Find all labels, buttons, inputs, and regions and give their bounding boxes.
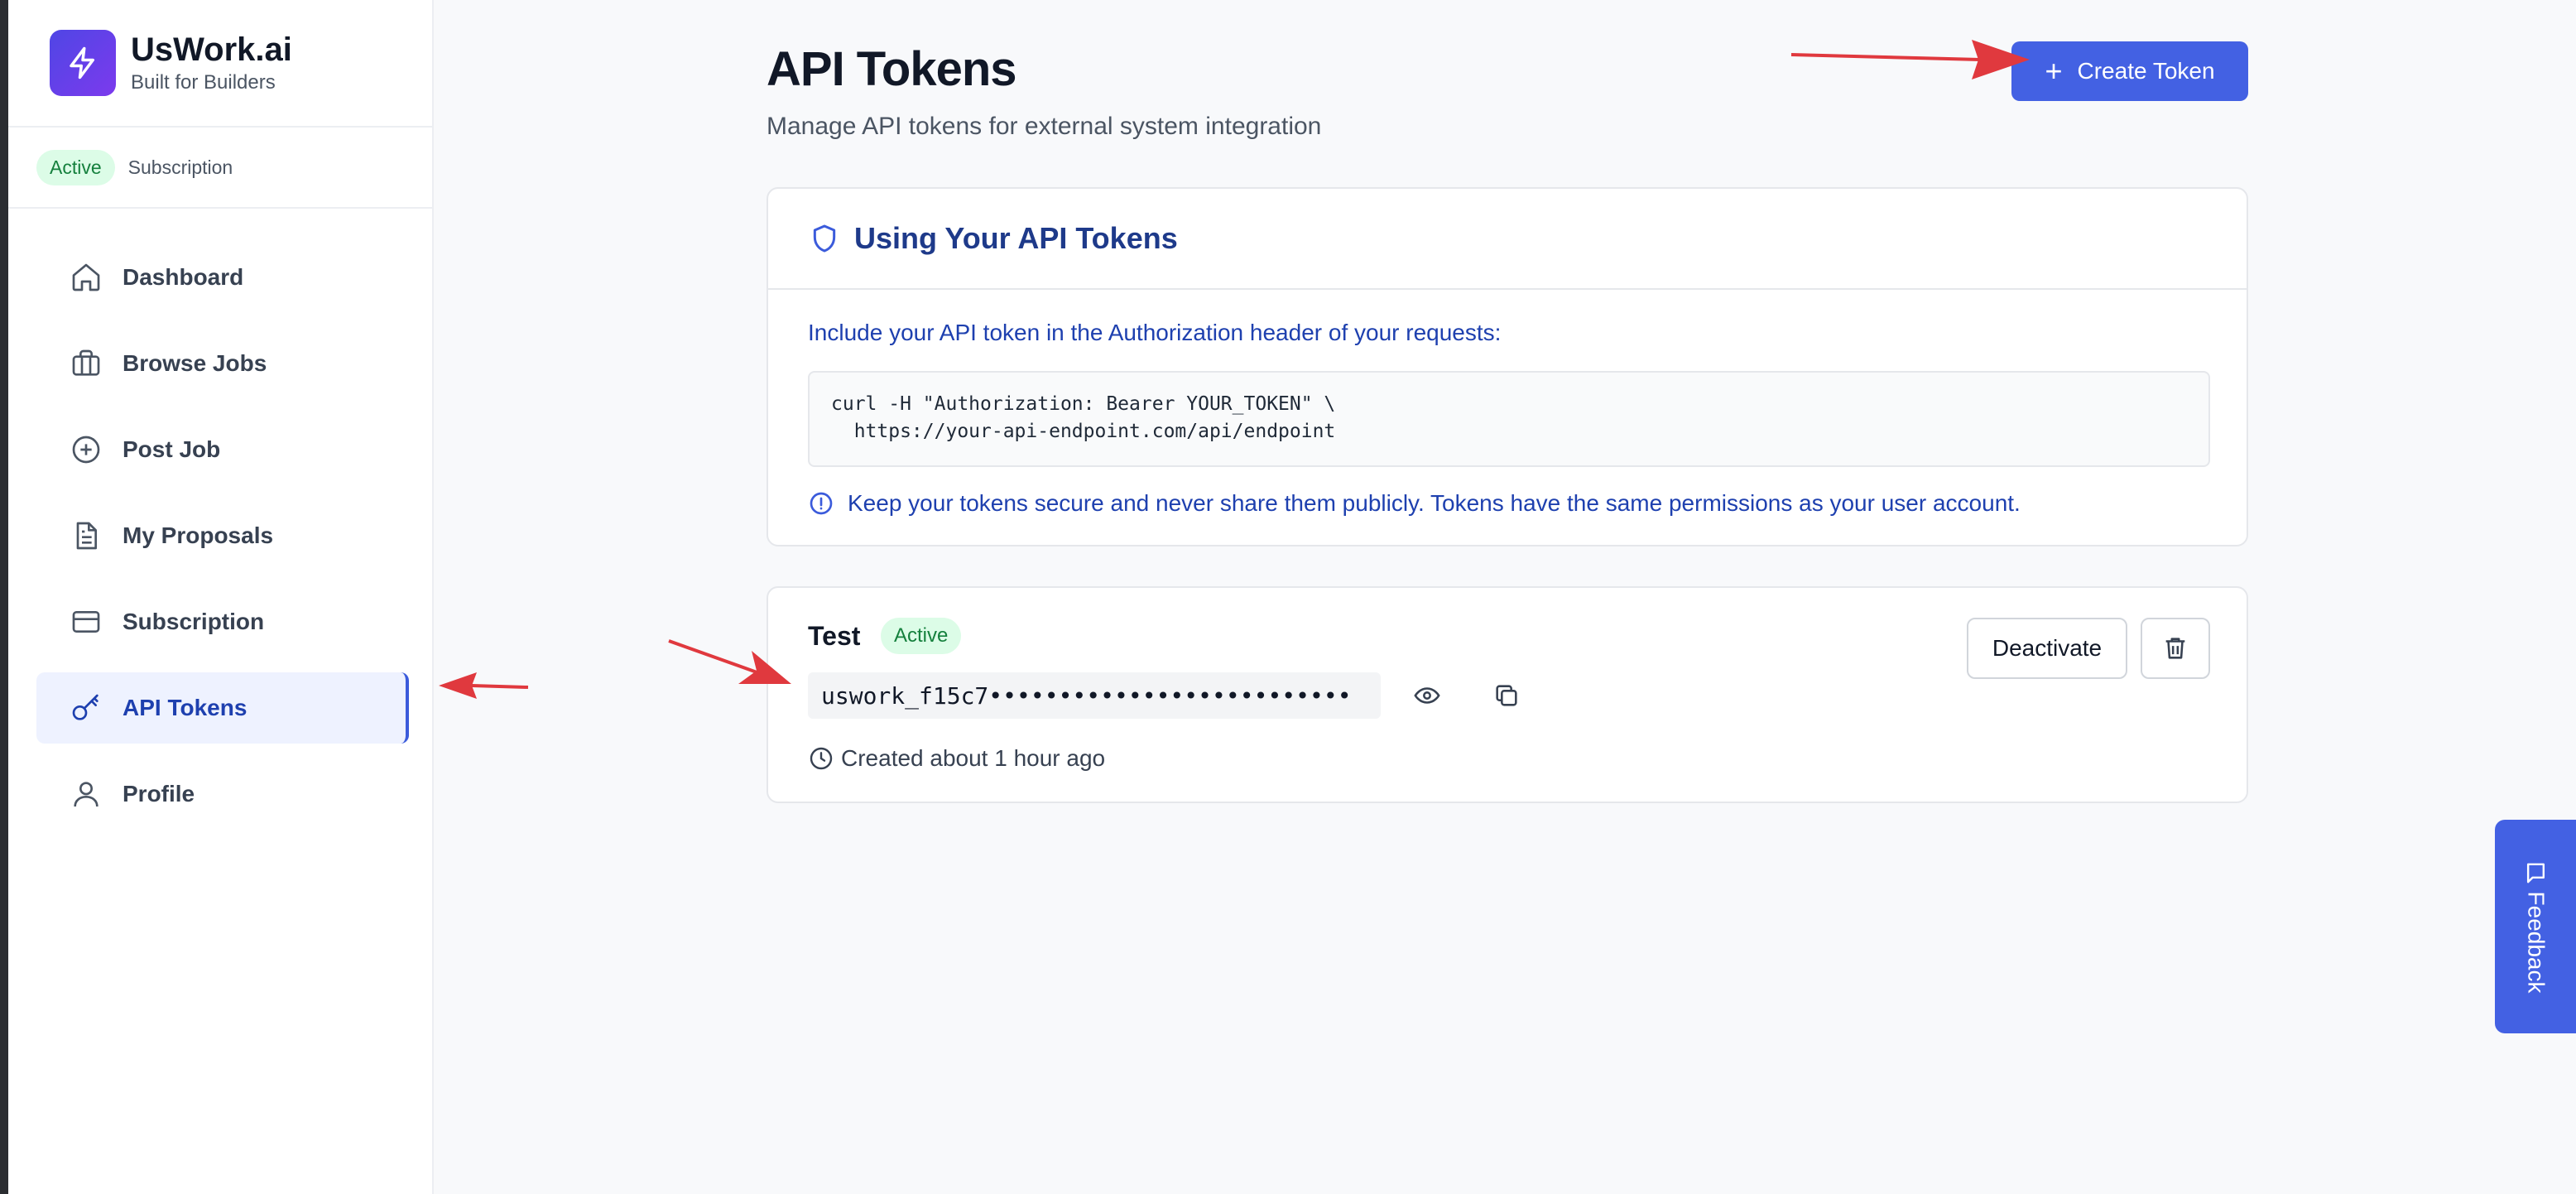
page-subtitle: Manage API tokens for external system in… [767, 113, 1322, 140]
status-badge: Active [36, 149, 115, 185]
sidebar-item-browse-jobs[interactable]: Browse Jobs [36, 328, 409, 399]
deactivate-button[interactable]: Deactivate [1967, 618, 2127, 679]
security-warning: Keep your tokens secure and never share … [808, 490, 2021, 517]
sidebar-item-profile[interactable]: Profile [36, 758, 409, 830]
info-circle-icon [810, 492, 833, 515]
brand[interactable]: UsWork.ai Built for Builders [8, 0, 432, 128]
subscription-status: Active Subscription [8, 128, 432, 209]
copy-token-button[interactable] [1485, 674, 1528, 717]
feedback-label: Feedback [2523, 891, 2549, 994]
create-token-label: Create Token [2077, 58, 2215, 84]
app-window: UsWork.ai Built for Builders Active Subs… [0, 0, 2576, 1194]
trash-icon [2165, 638, 2185, 659]
security-warning-text: Keep your tokens secure and never share … [848, 490, 2021, 516]
token-created: Created about 1 hour ago [808, 745, 1105, 772]
sidebar-item-label: My Proposals [123, 522, 274, 548]
message-icon [2526, 863, 2545, 883]
delete-token-button[interactable] [2141, 618, 2210, 679]
sidebar-item-api-tokens[interactable]: API Tokens [36, 672, 409, 744]
token-value[interactable]: uswork_f15c7•••••••••••••••••••••••••• [808, 672, 1381, 719]
usage-info-title: Using Your API Tokens [854, 221, 1178, 255]
credit-card-icon [72, 611, 100, 633]
usage-info-header: Using Your API Tokens [768, 189, 2247, 290]
status-badge: Active [881, 618, 962, 654]
sidebar-item-subscription[interactable]: Subscription [36, 586, 409, 657]
main-content: API Tokens Manage API tokens for externa… [434, 0, 2576, 1194]
home-icon [72, 263, 100, 291]
sidebar-item-post-job[interactable]: Post Job [36, 414, 409, 485]
show-token-button[interactable] [1406, 674, 1449, 717]
briefcase-icon [72, 349, 100, 376]
token-name: Test [808, 621, 861, 651]
sidebar-item-label: API Tokens [123, 695, 248, 720]
key-icon [72, 694, 99, 720]
token-card: Test Active uswork_f15c7••••••••••••••••… [767, 586, 2248, 803]
document-icon [76, 522, 97, 550]
plus-circle-icon [72, 436, 100, 464]
eye-icon [1414, 687, 1440, 704]
feedback-tab[interactable]: Feedback [2495, 820, 2576, 1033]
shield-icon [813, 224, 836, 253]
user-icon [74, 782, 99, 807]
sidebar-item-label: Profile [123, 781, 195, 806]
plus-icon: + [2045, 54, 2063, 88]
lightning-icon [50, 30, 116, 96]
sidebar-item-label: Browse Jobs [123, 350, 267, 376]
page-title: API Tokens [767, 42, 1017, 96]
create-token-button[interactable]: + Create Token [2011, 41, 2248, 101]
sidebar-item-label: Post Job [123, 436, 221, 462]
sidebar-item-label: Subscription [123, 609, 265, 634]
sidebar-nav: Dashboard Browse Jobs Post Job My Propos… [8, 209, 432, 830]
token-created-text: Created about 1 hour ago [841, 745, 1106, 771]
sidebar-item-my-proposals[interactable]: My Proposals [36, 500, 409, 571]
code-example: curl -H "Authorization: Bearer YOUR_TOKE… [808, 371, 2210, 467]
clock-icon [810, 747, 833, 770]
subscription-label: Subscription [127, 156, 233, 178]
usage-info-card: Using Your API Tokens Include your API t… [767, 187, 2248, 546]
sidebar-item-dashboard[interactable]: Dashboard [36, 242, 409, 313]
sidebar-item-label: Dashboard [123, 264, 244, 290]
brand-tagline: Built for Builders [131, 71, 276, 94]
sidebar: UsWork.ai Built for Builders Active Subs… [8, 0, 434, 1194]
copy-icon [1496, 685, 1517, 706]
usage-description: Include your API token in the Authorizat… [808, 320, 1502, 345]
window-edge [0, 0, 8, 1194]
brand-name: UsWork.ai [131, 31, 292, 68]
